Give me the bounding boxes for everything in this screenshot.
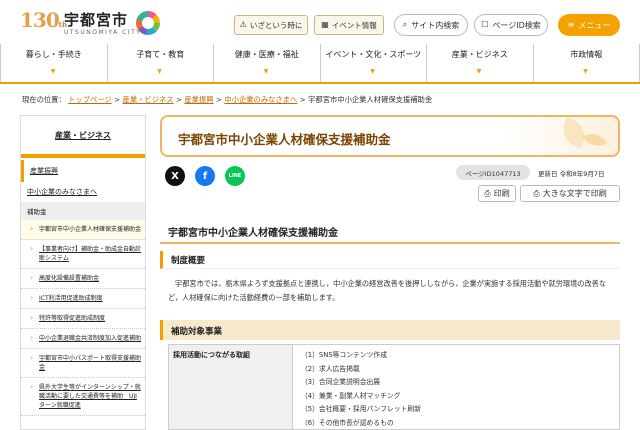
event-info-button[interactable]: ▦ イベント情報 <box>314 15 384 35</box>
leaf-decoration-icon <box>582 127 608 153</box>
page-id-search-button[interactable]: ☐ ページID検索 <box>474 14 548 36</box>
page-title-box: 宇都宮市中小企業人材確保支援補助金 <box>160 115 620 157</box>
calendar-icon: ▦ <box>321 20 329 29</box>
site-search-label: サイト内検索 <box>411 20 460 30</box>
large-print-label: 大きな文字で印刷 <box>542 189 607 198</box>
chevron-down-icon: ▼ <box>583 68 588 75</box>
sidebar-list-item[interactable]: 宇都宮市中小パスポート取得支援補助金 <box>21 349 145 378</box>
breadcrumb: 現在の位置： トップページ > 産業・ビジネス > 産業振興 > 中小企業のみな… <box>22 95 433 104</box>
logo-city-name: 宇都宮市 <box>64 11 129 29</box>
page-id-search-label: ページID検索 <box>492 20 541 30</box>
sidebar-title[interactable]: 産業・ビジネス <box>21 116 145 156</box>
chevron-down-icon: ▼ <box>50 68 56 75</box>
menu-label: メニュー <box>578 20 611 30</box>
city-logo[interactable]: 130th 宇都宮市 UTSUNOMIYA CITY <box>20 8 160 38</box>
sidebar-list-item[interactable]: 中小企業退職金共済制度加入促進補助 <box>21 329 145 349</box>
table-list-item: （3）合同企業説明会出展 <box>301 378 381 386</box>
targets-table: 採用活動につながる取組 （1）SNS等コンテンツ作成 （2）求人広告掲載 （3）… <box>168 344 620 430</box>
menu-button[interactable]: ≡ メニュー <box>558 14 620 36</box>
leaf-decoration-icon <box>558 117 590 149</box>
page-title: 宇都宮市中小企業人材確保支援補助金 <box>178 132 391 147</box>
nav-item-health[interactable]: 健康・医療・福祉 ▼ <box>213 44 320 82</box>
nav-item-business[interactable]: 産業・ビジネス ▼ <box>426 44 533 82</box>
nav-item-city[interactable]: 市政情報 ▼ <box>532 44 640 82</box>
targets-heading: 補助対象事業 <box>160 320 620 340</box>
table-list-item: （4）兼業・副業人材マッチング <box>301 391 401 400</box>
event-info-label: イベント情報 <box>331 20 377 30</box>
large-print-button[interactable]: ⎙ 大きな文字で印刷 <box>520 185 620 202</box>
logo-city-name-en: UTSUNOMIYA CITY <box>64 29 142 36</box>
sidebar-item-subsidy: 補助金 <box>21 202 145 220</box>
breadcrumb-link-industry[interactable]: 産業振興 <box>184 95 213 104</box>
table-header-cell: 採用活動につながる取組 <box>169 345 293 429</box>
breadcrumb-link-top[interactable]: トップページ <box>68 95 112 104</box>
nav-item-events[interactable]: イベント・文化・スポーツ ▼ <box>319 44 427 82</box>
overview-text: 宇都宮市では，栃木県よろず支援拠点と連携し，中小企業の経営改善を後押ししながら，… <box>168 279 607 302</box>
table-list-item: （2）求人広告掲載 <box>301 364 360 373</box>
share-facebook-button[interactable]: f <box>195 166 215 186</box>
breadcrumb-link-sme[interactable]: 中小企業のみなさまへ <box>224 95 297 104</box>
table-list-item: （1）SNS等コンテンツ作成 <box>301 351 388 359</box>
share-x-button[interactable]: X <box>165 166 185 186</box>
alert-icon: ⚠ <box>239 20 247 29</box>
menu-icon: ≡ <box>567 20 575 29</box>
table-data-cell: （1）SNS等コンテンツ作成 （2）求人広告掲載 （3）合同企業説明会出展 （4… <box>293 345 619 429</box>
print-icon: ⎙ <box>484 188 491 198</box>
breadcrumb-link-business[interactable]: 産業・ビジネス <box>123 95 174 104</box>
city-emblem-icon <box>136 11 160 35</box>
chevron-down-icon: ▼ <box>370 68 375 75</box>
sidebar-item-industry[interactable]: 産業振興 <box>21 160 145 182</box>
sidebar-list: 宇都宮市中小企業人材確保支援補助金 【事業者向け】補助金・助成金自動診断システム… <box>21 220 145 416</box>
nav-item-childcare[interactable]: 子育て・教育 ▼ <box>106 44 214 82</box>
sidebar: 産業・ビジネス 産業振興 中小企業のみなさまへ 補助金 宇都宮市中小企業人材確保… <box>20 115 146 430</box>
emergency-label: いざという時に <box>249 20 303 30</box>
chevron-down-icon: ▼ <box>476 68 482 75</box>
sidebar-list-item[interactable]: ICT利活用促進助成制度 <box>21 289 145 309</box>
sidebar-item-sme[interactable]: 中小企業のみなさまへ <box>21 182 145 202</box>
nav-item-life[interactable]: 暮らし・手続き ▼ <box>0 44 107 82</box>
large-print-icon: ⎙ <box>533 188 540 198</box>
anniversary-mark: 130th <box>20 8 68 32</box>
section-heading: 宇都宮市中小企業人材確保支援補助金 <box>160 220 620 244</box>
print-button[interactable]: ⎙ 印刷 <box>478 185 516 202</box>
sidebar-list-item[interactable]: 特許等取得促進助成制度 <box>21 309 145 329</box>
sidebar-list-item[interactable]: 宇都宮市中小企業人材確保支援補助金 <box>21 220 145 240</box>
table-list-item: （5）会社概要・採用パンフレット刷新 <box>301 405 422 413</box>
sidebar-list-item[interactable]: 県外大学生等がインターンシップ・就職活動に要した交通費等を補助 UJIターン就職… <box>21 378 145 416</box>
page-id-badge: ページID1047713 <box>456 165 530 180</box>
facebook-icon: f <box>202 170 208 182</box>
table-list-item: （6）その他市長が認めるもの <box>301 418 394 427</box>
overview-heading: 制度概要 <box>160 251 620 269</box>
site-search-button[interactable]: ⌕ サイト内検索 <box>394 14 468 36</box>
search-icon: ⌕ <box>402 20 408 29</box>
id-search-icon: ☐ <box>481 20 489 29</box>
site-header: 130th 宇都宮市 UTSUNOMIYA CITY ⚠ いざという時に ▦ イ… <box>0 0 640 44</box>
print-label: 印刷 <box>493 189 510 198</box>
x-icon: X <box>171 170 179 182</box>
breadcrumb-current: 宇都宮市中小企業人材確保支援補助金 <box>308 95 433 104</box>
updated-date: 更新日 令和8年9月7日 <box>538 170 605 178</box>
sidebar-list-item[interactable]: 【事業者向け】補助金・助成金自動診断システム <box>21 240 145 269</box>
sidebar-title-underline <box>21 154 145 158</box>
global-nav: 暮らし・手続き ▼ 子育て・教育 ▼ 健康・医療・福祉 ▼ イベント・文化・スポーツ ▼… <box>0 44 640 84</box>
sidebar-list-item[interactable]: 高度化設備設置補助金 <box>21 269 145 289</box>
chevron-down-icon: ▼ <box>157 68 162 75</box>
line-icon: LINE <box>228 173 242 179</box>
chevron-down-icon: ▼ <box>263 68 269 75</box>
share-line-button[interactable]: LINE <box>225 166 245 186</box>
emergency-button[interactable]: ⚠ いざという時に <box>234 15 308 35</box>
